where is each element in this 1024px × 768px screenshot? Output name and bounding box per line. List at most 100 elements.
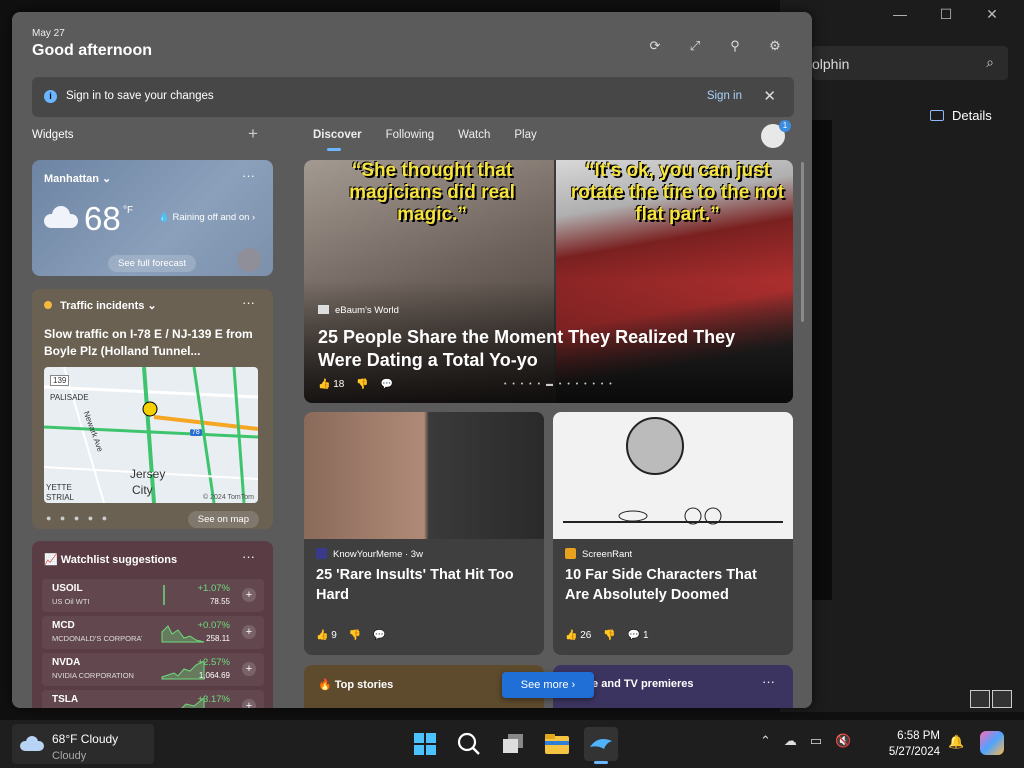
comic-illustration [563,417,783,525]
stock-name: MCDONALD'S CORPORATI... [52,634,142,643]
more-options-icon[interactable]: ··· [762,674,775,689]
temperature-unit: °F [123,205,134,216]
weather-location[interactable]: Manhattan ⌄ [44,172,111,185]
dislike-icon[interactable]: 👎 [356,379,368,390]
taskbar-weather-sub: Cloudy [52,750,87,762]
network-icon[interactable]: ▭ [810,733,822,749]
file-explorer-icon[interactable] [540,727,574,761]
dislike-icon[interactable]: 👎 [349,630,361,641]
stock-change: +3.17% [197,694,231,705]
news-reactions: 👍 26 👎 💬 1 [565,630,649,641]
task-view-icon[interactable] [496,727,530,761]
more-options-icon[interactable]: ··· [242,168,255,183]
map-label-route-78: 78 [190,429,202,436]
cloudy-icon [20,736,44,751]
windows-logo-icon [414,733,436,755]
tab-following[interactable]: Following [386,129,435,141]
details-button[interactable]: Details [930,108,992,123]
widgets-board: May 27 Good afternoon ⟳ ⤢ ⚲ ⚙ i Sign in … [12,12,812,708]
clock[interactable]: 6:58 PM 5/27/2024 [884,728,940,760]
add-stock-button[interactable]: + [242,699,256,708]
news-card[interactable]: KnowYourMeme · 3w 25 'Rare Insults' That… [304,412,544,655]
tiles-view-button[interactable] [992,690,1012,708]
signin-link[interactable]: Sign in [707,90,742,102]
add-stock-button[interactable]: + [242,662,256,676]
stock-symbol: NVDA [52,657,81,668]
refresh-icon[interactable]: ⟳ [646,38,664,54]
stock-row[interactable]: MCD MCDONALD'S CORPORATI... +0.07% 258.1… [42,616,264,649]
stock-row[interactable]: TSLA +3.17% + [42,690,264,708]
news-title[interactable]: 10 Far Side Characters That Are Absolute… [565,565,783,605]
search-icon[interactable] [452,727,486,761]
see-more-button[interactable]: See more › [502,672,594,698]
search-icon[interactable]: ⌕ [986,54,994,71]
signin-message: Sign in to save your changes [66,90,214,102]
more-options-icon[interactable]: ··· [242,549,255,564]
scrollbar[interactable] [801,162,804,322]
like-icon[interactable]: 👍 18 [318,379,344,390]
details-view-button[interactable] [970,690,990,708]
traffic-title[interactable]: Traffic incidents ⌄ [44,299,157,312]
like-icon[interactable]: 👍 9 [316,630,337,641]
add-widget-icon[interactable]: + [248,124,258,144]
background-search-field[interactable]: olphin ⌕ [812,46,1008,80]
watchlist-widget[interactable]: 📈 Watchlist suggestions ··· USOIL US Oil… [32,541,273,708]
stock-name: NVIDIA CORPORATION [52,671,134,680]
news-thumbnail [304,412,544,539]
settings-gear-icon[interactable]: ⚙ [766,38,784,54]
details-pane-icon [930,110,944,121]
notification-bell-icon[interactable]: 🔔 [948,734,964,750]
maximize-button[interactable]: ☐ [936,6,956,23]
pin-icon[interactable]: ⚲ [726,38,744,54]
hero-story-card[interactable]: “She thought that magicians did real mag… [304,160,793,403]
comment-icon[interactable]: 💬 [373,630,385,641]
news-thumbnail [553,412,793,539]
comment-icon[interactable]: 💬 1 [628,630,649,641]
add-stock-button[interactable]: + [242,625,256,639]
stock-row[interactable]: USOIL US Oil WTI +1.07% 78.55 + [42,579,264,612]
tab-watch[interactable]: Watch [458,129,490,141]
dislike-icon[interactable]: 👎 [603,630,615,641]
full-forecast-button[interactable]: See full forecast [108,255,197,272]
taskbar: 68°F Cloudy Cloudy ⌃ ☁ ▭ 🔇 6:58 PM 5/27/… [0,720,1024,768]
more-options-icon[interactable]: ··· [242,295,255,310]
chevron-up-icon[interactable]: ⌃ [760,733,771,749]
traffic-headline[interactable]: Slow traffic on I-78 E / NJ-139 E from B… [44,326,264,360]
add-stock-button[interactable]: + [242,588,256,602]
stock-row[interactable]: NVDA NVIDIA CORPORATION +2.57% 1,064.69 … [42,653,264,686]
tab-discover[interactable]: Discover [313,129,362,151]
publisher-logo-icon [316,548,327,559]
news-title[interactable]: 25 'Rare Insults' That Hit Too Hard [316,565,534,605]
onedrive-icon[interactable]: ☁ [784,733,797,749]
dolphin-app-icon[interactable] [584,727,618,764]
widgets-label: Widgets [32,129,74,141]
see-on-map-button[interactable]: See on map [187,511,259,528]
signin-banner: i Sign in to save your changes Sign in ✕ [32,77,794,117]
start-button[interactable] [408,727,442,761]
weather-condition[interactable]: 💧 Raining off and on › [158,212,255,223]
close-window-button[interactable]: ✕ [982,6,1002,23]
carousel-pager[interactable]: • • • • • ▬ • • • • • • • [504,381,614,388]
traffic-map[interactable]: 139 PALISADE Newark Ave Jersey City 78 Y… [44,367,258,503]
volume-muted-icon[interactable]: 🔇 [835,733,851,749]
details-label: Details [952,108,992,123]
comment-icon[interactable]: 💬 [381,379,393,390]
profile-avatar[interactable]: 1 [761,120,791,148]
hero-source: eBaum's World [318,305,399,316]
publisher-logo-icon [565,548,576,559]
greeting: Good afternoon [32,42,152,59]
header-date: May 27 [32,28,65,39]
tab-play[interactable]: Play [514,129,536,141]
hero-title[interactable]: 25 People Share the Moment They Realized… [318,326,778,372]
taskbar-weather[interactable]: 68°F Cloudy Cloudy [12,724,154,764]
traffic-widget[interactable]: Traffic incidents ⌄ ··· Slow traffic on … [32,289,273,529]
expand-icon[interactable]: ⤢ [686,38,704,54]
news-card[interactable]: ScreenRant 10 Far Side Characters That A… [553,412,793,655]
carousel-dots[interactable]: ● ● ● ● ● [46,513,110,523]
copilot-icon[interactable] [980,731,1004,755]
like-icon[interactable]: 👍 26 [565,630,591,641]
radar-thumbnail[interactable] [237,248,261,272]
weather-widget[interactable]: Manhattan ⌄ ··· 68 °F 💧 Raining off and … [32,160,273,276]
close-banner-icon[interactable]: ✕ [763,87,776,105]
minimize-button[interactable]: — [890,6,910,22]
